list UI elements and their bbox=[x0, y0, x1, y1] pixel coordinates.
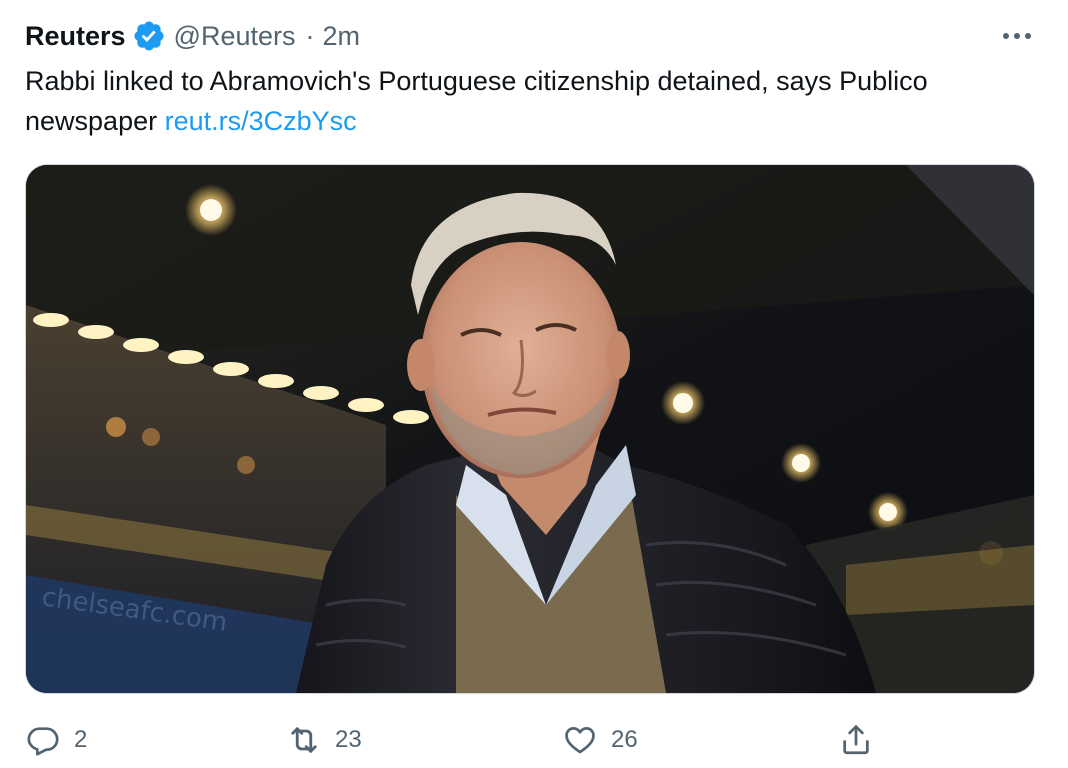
reply-button[interactable]: 2 bbox=[25, 712, 87, 768]
author-name[interactable]: Reuters bbox=[25, 18, 126, 54]
more-horizontal-icon bbox=[1002, 27, 1032, 45]
tweet-header: Reuters @Reuters · 2m bbox=[25, 18, 360, 54]
retweet-button[interactable]: 23 bbox=[286, 712, 362, 768]
like-button[interactable]: 26 bbox=[562, 712, 638, 768]
retweet-count: 23 bbox=[335, 726, 362, 753]
more-options-button[interactable] bbox=[1000, 22, 1034, 50]
reply-icon bbox=[25, 722, 61, 758]
heart-icon bbox=[562, 722, 598, 758]
reply-count: 2 bbox=[74, 726, 88, 753]
photo-image: chelseafc.com bbox=[26, 165, 1034, 693]
tweet-link[interactable]: reut.rs/3CzbYsc bbox=[165, 106, 357, 136]
tweet-photo[interactable]: chelseafc.com bbox=[25, 164, 1035, 694]
share-icon bbox=[838, 722, 874, 758]
retweet-icon bbox=[286, 722, 322, 758]
tweet-body-text: Rabbi linked to Abramovich's Portuguese … bbox=[25, 66, 928, 136]
tweet-actions: 2 23 26 bbox=[0, 712, 1068, 768]
separator-dot: · bbox=[305, 21, 315, 51]
verified-badge-icon bbox=[132, 19, 166, 53]
tweet-timestamp[interactable]: 2m bbox=[323, 18, 361, 54]
share-button[interactable] bbox=[838, 712, 874, 768]
like-count: 26 bbox=[611, 726, 638, 753]
tweet[interactable]: Reuters @Reuters · 2m Rabbi linked to Ab… bbox=[0, 0, 1068, 758]
author-handle[interactable]: @Reuters bbox=[174, 18, 296, 54]
tweet-text: Rabbi linked to Abramovich's Portuguese … bbox=[25, 61, 1045, 141]
